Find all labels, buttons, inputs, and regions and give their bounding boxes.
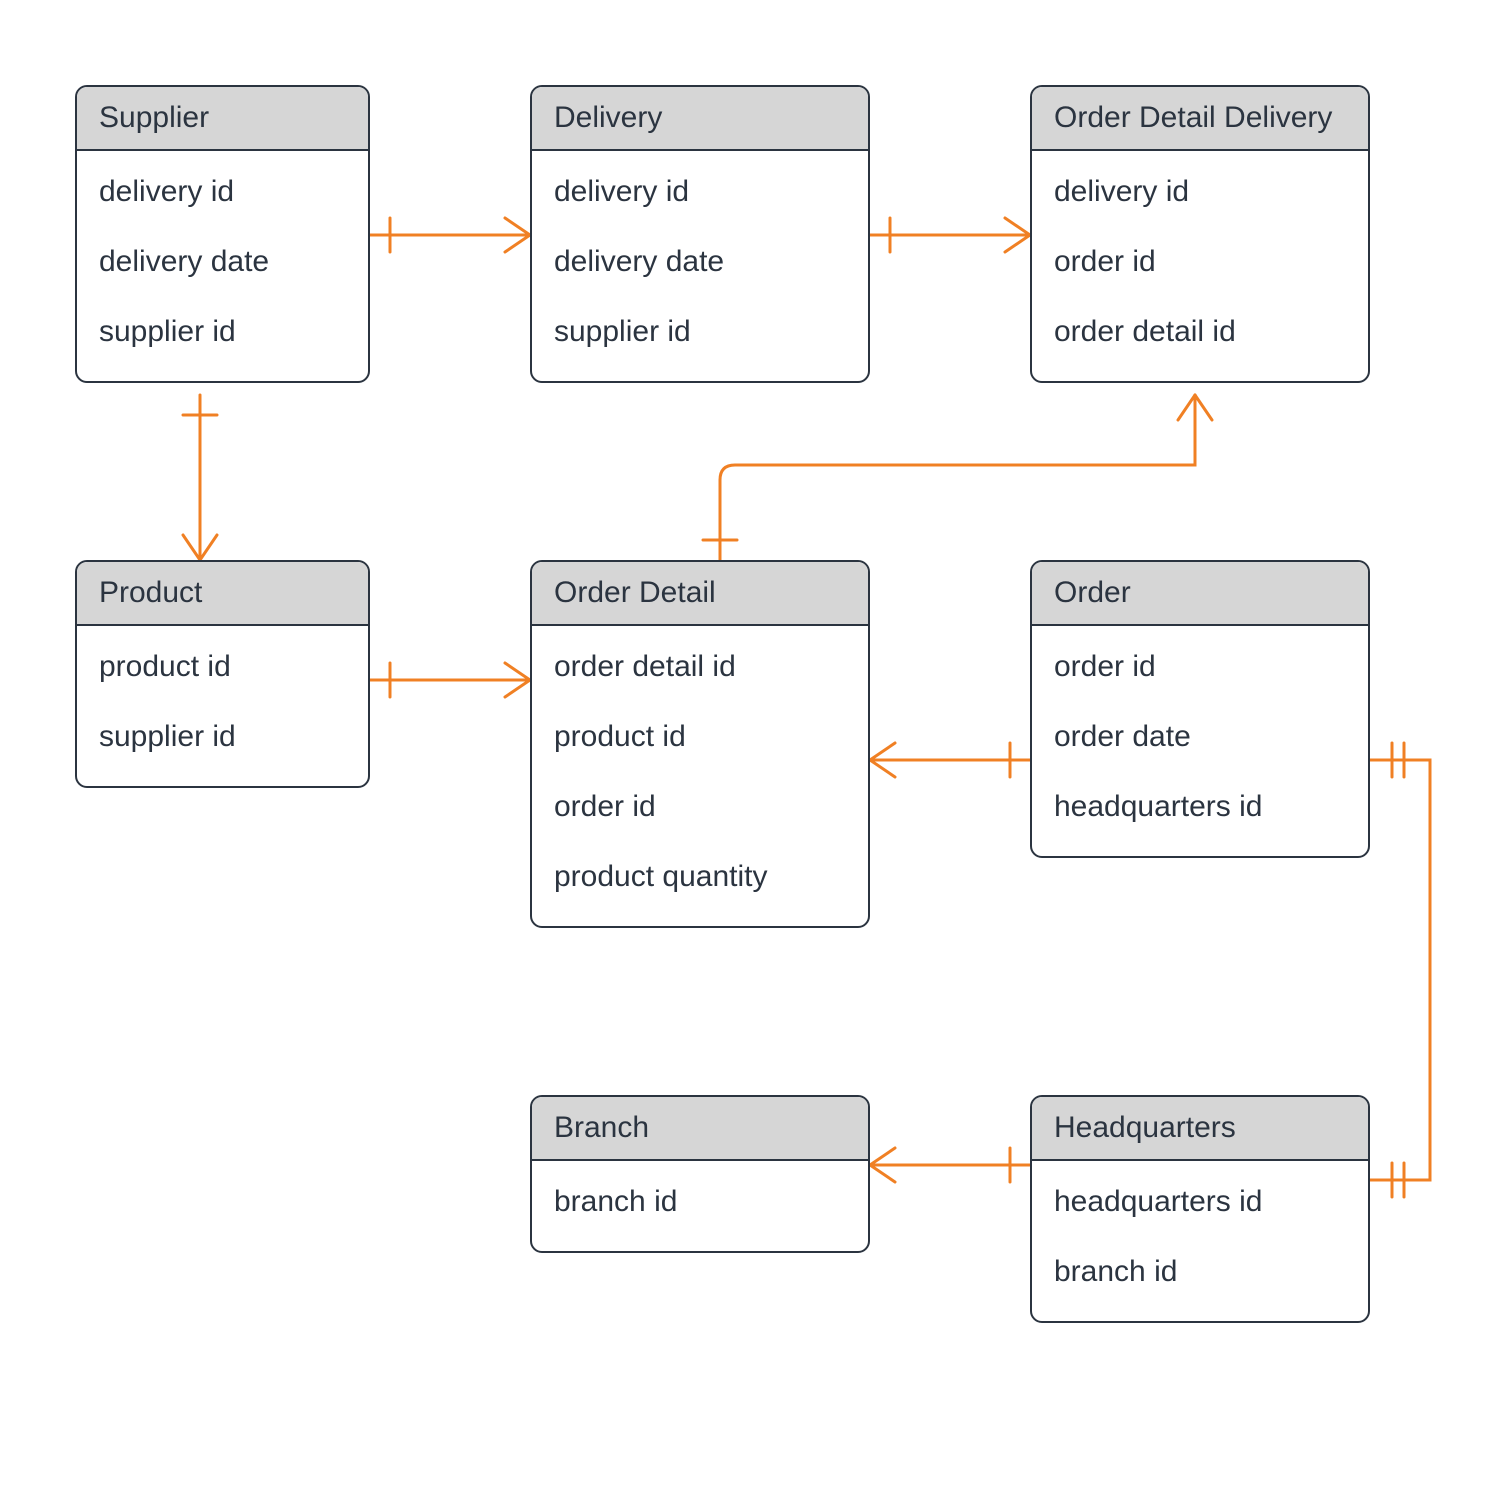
entity-attr: supplier id	[532, 297, 868, 367]
entity-attr: delivery date	[77, 227, 368, 297]
entity-attr: order detail id	[1032, 297, 1368, 367]
entity-attr: order detail id	[532, 632, 868, 702]
entity-attrs: delivery id delivery date supplier id	[532, 151, 868, 381]
entity-delivery[interactable]: Delivery delivery id delivery date suppl…	[530, 85, 870, 383]
er-diagram-canvas: Supplier delivery id delivery date suppl…	[0, 0, 1500, 1500]
entity-title: Product	[77, 562, 368, 626]
entity-title: Order	[1032, 562, 1368, 626]
entity-headquarters[interactable]: Headquarters headquarters id branch id	[1030, 1095, 1370, 1323]
entity-product[interactable]: Product product id supplier id	[75, 560, 370, 788]
entity-supplier[interactable]: Supplier delivery id delivery date suppl…	[75, 85, 370, 383]
entity-attr: order id	[532, 772, 868, 842]
entity-branch[interactable]: Branch branch id	[530, 1095, 870, 1253]
entity-title: Order Detail	[532, 562, 868, 626]
entity-attr: product id	[532, 702, 868, 772]
entity-attr: supplier id	[77, 297, 368, 367]
entity-attr: order id	[1032, 632, 1368, 702]
entity-attr: order id	[1032, 227, 1368, 297]
entity-attr: product quantity	[532, 842, 868, 912]
entity-order-detail[interactable]: Order Detail order detail id product id …	[530, 560, 870, 928]
entity-attr: delivery id	[532, 157, 868, 227]
entity-title: Headquarters	[1032, 1097, 1368, 1161]
entity-title: Supplier	[77, 87, 368, 151]
entity-attr: delivery id	[77, 157, 368, 227]
entity-attrs: branch id	[532, 1161, 868, 1251]
entity-attr: order date	[1032, 702, 1368, 772]
entity-attr: headquarters id	[1032, 1167, 1368, 1237]
entity-attrs: product id supplier id	[77, 626, 368, 786]
entity-attr: branch id	[532, 1167, 868, 1237]
entity-attr: delivery id	[1032, 157, 1368, 227]
entity-attrs: delivery id delivery date supplier id	[77, 151, 368, 381]
entity-attr: headquarters id	[1032, 772, 1368, 842]
entity-attrs: delivery id order id order detail id	[1032, 151, 1368, 381]
entity-title: Delivery	[532, 87, 868, 151]
entity-attr: product id	[77, 632, 368, 702]
entity-order-detail-delivery[interactable]: Order Detail Delivery delivery id order …	[1030, 85, 1370, 383]
entity-attrs: order id order date headquarters id	[1032, 626, 1368, 856]
entity-title: Order Detail Delivery	[1032, 87, 1368, 151]
entity-title: Branch	[532, 1097, 868, 1161]
entity-attrs: order detail id product id order id prod…	[532, 626, 868, 926]
entity-order[interactable]: Order order id order date headquarters i…	[1030, 560, 1370, 858]
entity-attrs: headquarters id branch id	[1032, 1161, 1368, 1321]
entity-attr: delivery date	[532, 227, 868, 297]
entity-attr: supplier id	[77, 702, 368, 772]
entity-attr: branch id	[1032, 1237, 1368, 1307]
